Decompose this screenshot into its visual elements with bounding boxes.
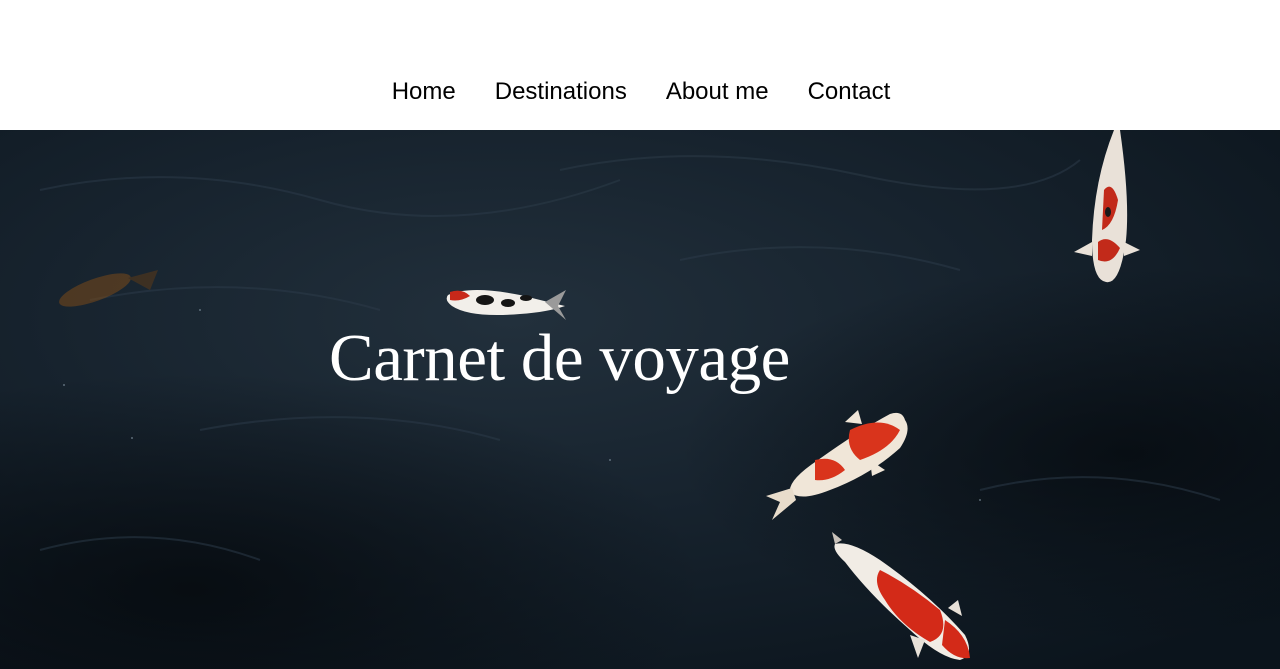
main-nav: Home Destinations About me Contact (0, 76, 1280, 108)
hero-title: Carnet de voyage (329, 321, 790, 395)
nav-link-about-me[interactable]: About me (666, 76, 769, 108)
hero-banner: Carnet de voyage (0, 130, 1280, 669)
site-header: Home Destinations About me Contact (0, 0, 1280, 130)
nav-link-home[interactable]: Home (392, 76, 456, 108)
nav-link-contact[interactable]: Contact (808, 76, 891, 108)
koi-pond-image (0, 130, 1280, 669)
nav-link-destinations[interactable]: Destinations (495, 76, 627, 108)
